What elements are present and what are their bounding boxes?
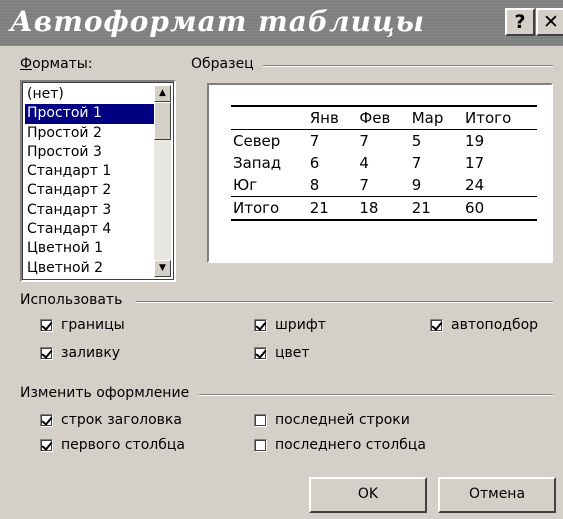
shading-checkbox-box[interactable] (40, 346, 53, 360)
table-row: Янв Фев Мар Итого (231, 105, 537, 130)
use-group-label: Использовать (20, 292, 123, 308)
table-cell: 18 (357, 196, 410, 221)
autofit-checkbox[interactable]: автоподбор (430, 317, 538, 333)
list-item[interactable]: Простой 3 (25, 143, 156, 162)
modify-group-line (199, 394, 553, 396)
shading-label: заливку (61, 345, 121, 361)
table-cell: Запад (233, 154, 282, 172)
font-checkbox-box[interactable] (254, 318, 267, 332)
table-cell: 8 (309, 176, 320, 194)
first-column-checkbox-box[interactable] (40, 438, 53, 452)
last-column-checkbox-box[interactable] (254, 438, 267, 452)
table-cell: Итого (231, 196, 308, 221)
formats-label-rest: орматы: (32, 56, 93, 72)
list-item[interactable]: Цветной 2 (25, 259, 156, 278)
close-button[interactable]: ✕ (536, 8, 563, 36)
first-column-label: первого столбца (61, 437, 185, 453)
sample-table: Янв Фев Мар Итого Север 7 7 5 19 Запад 6 4 7 17 Юг 8 7 9 2… (231, 105, 537, 221)
table-cell: 7 (359, 132, 369, 150)
scroll-thumb[interactable] (154, 102, 171, 140)
table-cell: 6 (309, 154, 320, 172)
table-row: Итого 21 18 21 60 (231, 196, 537, 221)
last-column-checkbox[interactable]: последнего столбца (254, 437, 426, 453)
table-cell: 7 (309, 132, 320, 150)
header-rows-checkbox[interactable]: строк заголовка (40, 412, 182, 428)
last-row-checkbox[interactable]: последней строки (254, 412, 410, 428)
table-cell: 19 (465, 132, 485, 150)
color-checkbox[interactable]: цвет (254, 345, 310, 361)
table-cell: 4 (359, 154, 369, 172)
list-item[interactable]: Простой 1 (25, 104, 156, 124)
borders-checkbox-box[interactable] (40, 318, 53, 332)
font-label: шрифт (275, 317, 326, 333)
table-cell: Итого (463, 105, 537, 130)
title-bar[interactable]: Автоформат таблицы ? ✕ (0, 0, 563, 46)
dialog-title: Автоформат таблицы (10, 5, 425, 38)
borders-checkbox[interactable]: границы (40, 317, 125, 333)
last-row-checkbox-box[interactable] (254, 413, 267, 427)
preview-group-line (263, 65, 553, 67)
table-cell: 9 (411, 176, 422, 194)
table-row: Запад 6 4 7 17 (231, 152, 537, 174)
shading-checkbox[interactable]: заливку (40, 345, 120, 361)
table-cell: 21 (307, 196, 358, 221)
preview-area: Янв Фев Мар Итого Север 7 7 5 19 Запад 6 4 7 17 Юг 8 7 9 2… (207, 83, 553, 263)
formats-listbox[interactable]: (нет) Простой 1 Простой 2 Простой 3 Стандарт… (20, 80, 176, 282)
table-cell: Мар (409, 105, 464, 130)
list-item[interactable]: Стандарт 3 (25, 201, 156, 220)
first-column-checkbox[interactable]: первого столбца (40, 437, 185, 453)
last-row-label: последней строки (275, 412, 410, 428)
table-cell: Север (233, 132, 281, 150)
formats-label: Форматы: (20, 56, 93, 72)
list-item[interactable]: Стандарт 2 (25, 181, 156, 200)
preview-label: Образец (191, 56, 254, 72)
list-item[interactable]: Стандарт 1 (25, 162, 156, 181)
formats-scrollbar[interactable]: ▲ ▼ (154, 85, 171, 277)
color-checkbox-box[interactable] (254, 346, 267, 360)
list-item[interactable]: Стандарт 4 (25, 220, 156, 239)
list-item[interactable]: Цветной 1 (25, 239, 156, 258)
list-item[interactable]: (нет) (25, 85, 156, 104)
table-cell: Юг (233, 176, 258, 194)
header-rows-checkbox-box[interactable] (40, 413, 53, 427)
table-cell: Фев (357, 105, 410, 130)
table-cell: Янв (307, 105, 358, 130)
last-column-label: последнего столбца (275, 437, 426, 453)
close-icon: ✕ (543, 11, 559, 33)
autofit-label: автоподбор (451, 317, 539, 333)
borders-label: границы (61, 317, 125, 333)
ok-button[interactable]: OK (309, 477, 427, 513)
table-cell: 5 (411, 132, 422, 150)
modify-group-label: Изменить оформление (20, 385, 190, 401)
formats-list: (нет) Простой 1 Простой 2 Простой 3 Стандарт… (25, 85, 156, 278)
table-row: Север 7 7 5 19 (231, 130, 537, 153)
table-cell: 7 (359, 176, 369, 194)
table-cell: 7 (411, 154, 422, 172)
table-cell (231, 105, 308, 130)
formats-label-mnemonic: Ф (20, 56, 33, 72)
use-group-line (136, 301, 553, 303)
scroll-down-icon[interactable]: ▼ (154, 260, 171, 277)
help-button[interactable]: ? (505, 8, 535, 36)
list-item[interactable]: Простой 2 (25, 124, 156, 143)
scroll-up-icon[interactable]: ▲ (154, 85, 171, 102)
color-label: цвет (275, 345, 310, 361)
table-cell: 60 (463, 196, 537, 221)
font-checkbox[interactable]: шрифт (254, 317, 326, 333)
header-rows-label: строк заголовка (61, 412, 182, 428)
table-row: Юг 8 7 9 24 (231, 174, 537, 197)
table-cell: 17 (465, 154, 485, 172)
cancel-button[interactable]: Отмена (438, 477, 556, 513)
autofit-checkbox-box[interactable] (430, 318, 443, 332)
table-cell: 21 (409, 196, 464, 221)
autoformat-dialog: Автоформат таблицы ? ✕ Форматы: (нет) Про… (0, 0, 563, 519)
table-cell: 24 (465, 176, 485, 194)
